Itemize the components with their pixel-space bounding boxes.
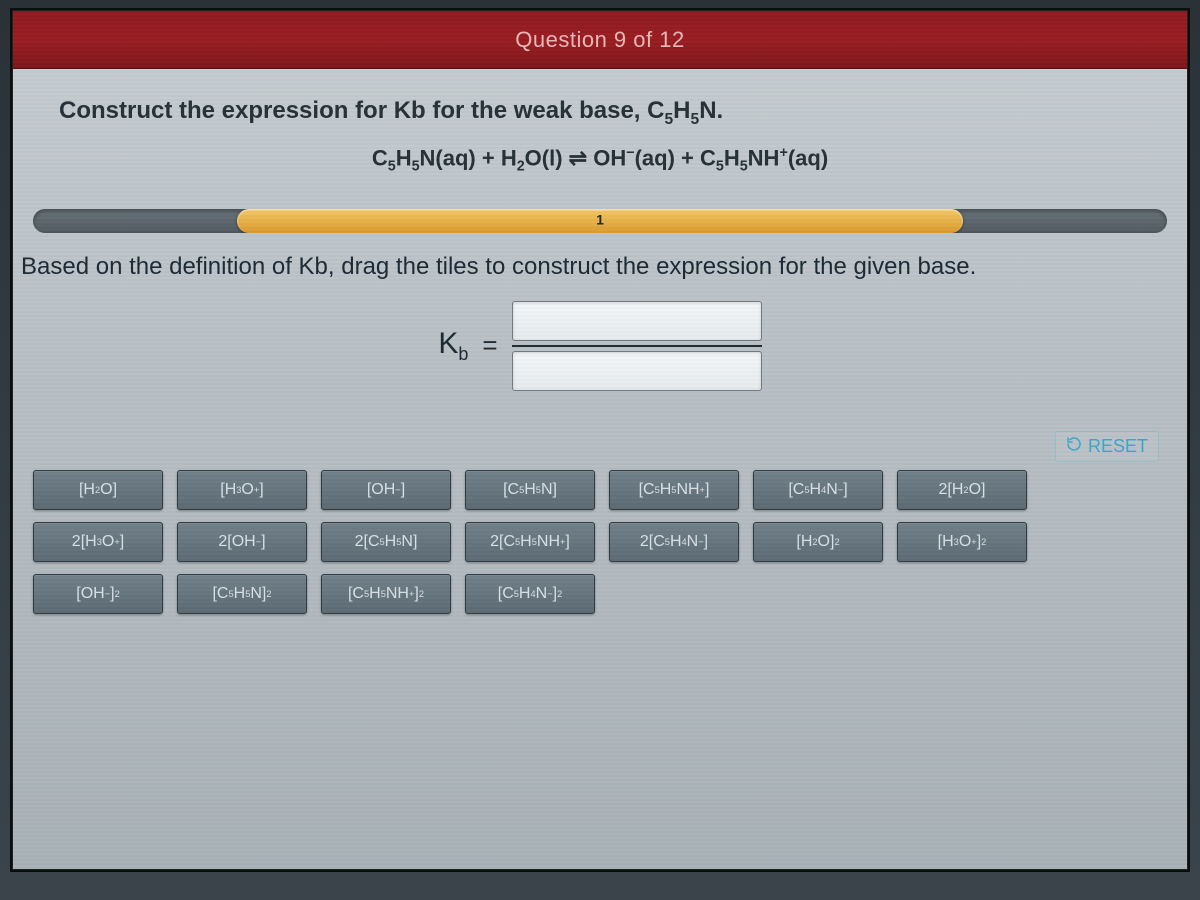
reset-label: RESET (1088, 436, 1148, 457)
tile-h2o[interactable]: [H2O] (33, 470, 163, 510)
tile-oh--sq[interactable]: [OH−]2 (33, 574, 163, 614)
tile-c5h5nh+[interactable]: [C5H5NH+] (609, 470, 739, 510)
progress-bar: 1 (33, 207, 1167, 235)
tile-h3o+[interactable]: [H3O+] (177, 470, 307, 510)
tile-oh-[interactable]: [OH−] (321, 470, 451, 510)
fraction (512, 301, 762, 391)
tile-c5h4n-[interactable]: [C5H4N−] (753, 470, 883, 510)
instruction-text: Based on the definition of Kb, drag the … (13, 253, 1187, 301)
prompt-area: Construct the expression for Kb for the … (13, 69, 1187, 207)
numerator-drop-slot[interactable] (512, 301, 762, 341)
tile-2c5h5nh+[interactable]: 2[C5H5NH+] (465, 522, 595, 562)
question-frame: Question 9 of 12 Construct the expressio… (12, 10, 1188, 870)
kb-expression-area: Kb = (13, 301, 1187, 391)
question-header: Question 9 of 12 (13, 11, 1187, 69)
equilibrium-equation: C5H5N(aq) + H2O(l) ⇌ OH−(aq) + C5H5NH+(a… (59, 145, 1141, 175)
tile-2c5h5n[interactable]: 2[C5H5N] (321, 522, 451, 562)
tile-2c5h4n-[interactable]: 2[C5H4N−] (609, 522, 739, 562)
tile-h3o+-sq[interactable]: [H3O+]2 (897, 522, 1027, 562)
equals-sign: = (482, 330, 497, 361)
tile-c5h5n[interactable]: [C5H5N] (465, 470, 595, 510)
tile-2oh-[interactable]: 2[OH−] (177, 522, 307, 562)
fraction-line (512, 345, 762, 347)
denominator-drop-slot[interactable] (512, 351, 762, 391)
tile-2h2o[interactable]: 2[H2O] (897, 470, 1027, 510)
tile-c5h4n--sq[interactable]: [C5H4N−]2 (465, 574, 595, 614)
reset-button[interactable]: RESET (1055, 431, 1159, 462)
tile-c5h5nh+-sq[interactable]: [C5H5NH+]2 (321, 574, 451, 614)
tiles-area: [H2O] [H3O+] [OH−] [C5H5N] [C5H5NH+] [C5H4N−]… (13, 470, 1187, 634)
progress-step-label: 1 (596, 211, 604, 227)
progress-track: 1 (33, 209, 1167, 233)
prompt-text: Construct the expression for Kb for the … (59, 97, 1141, 129)
tile-2h3o+[interactable]: 2[H3O+] (33, 522, 163, 562)
kb-label: Kb (438, 327, 468, 365)
reset-row: RESET (13, 431, 1187, 470)
tile-c5h5n-sq[interactable]: [C5H5N]2 (177, 574, 307, 614)
tile-h2o-sq[interactable]: [H2O]2 (753, 522, 883, 562)
question-counter: Question 9 of 12 (515, 27, 684, 53)
reset-icon (1066, 436, 1082, 457)
